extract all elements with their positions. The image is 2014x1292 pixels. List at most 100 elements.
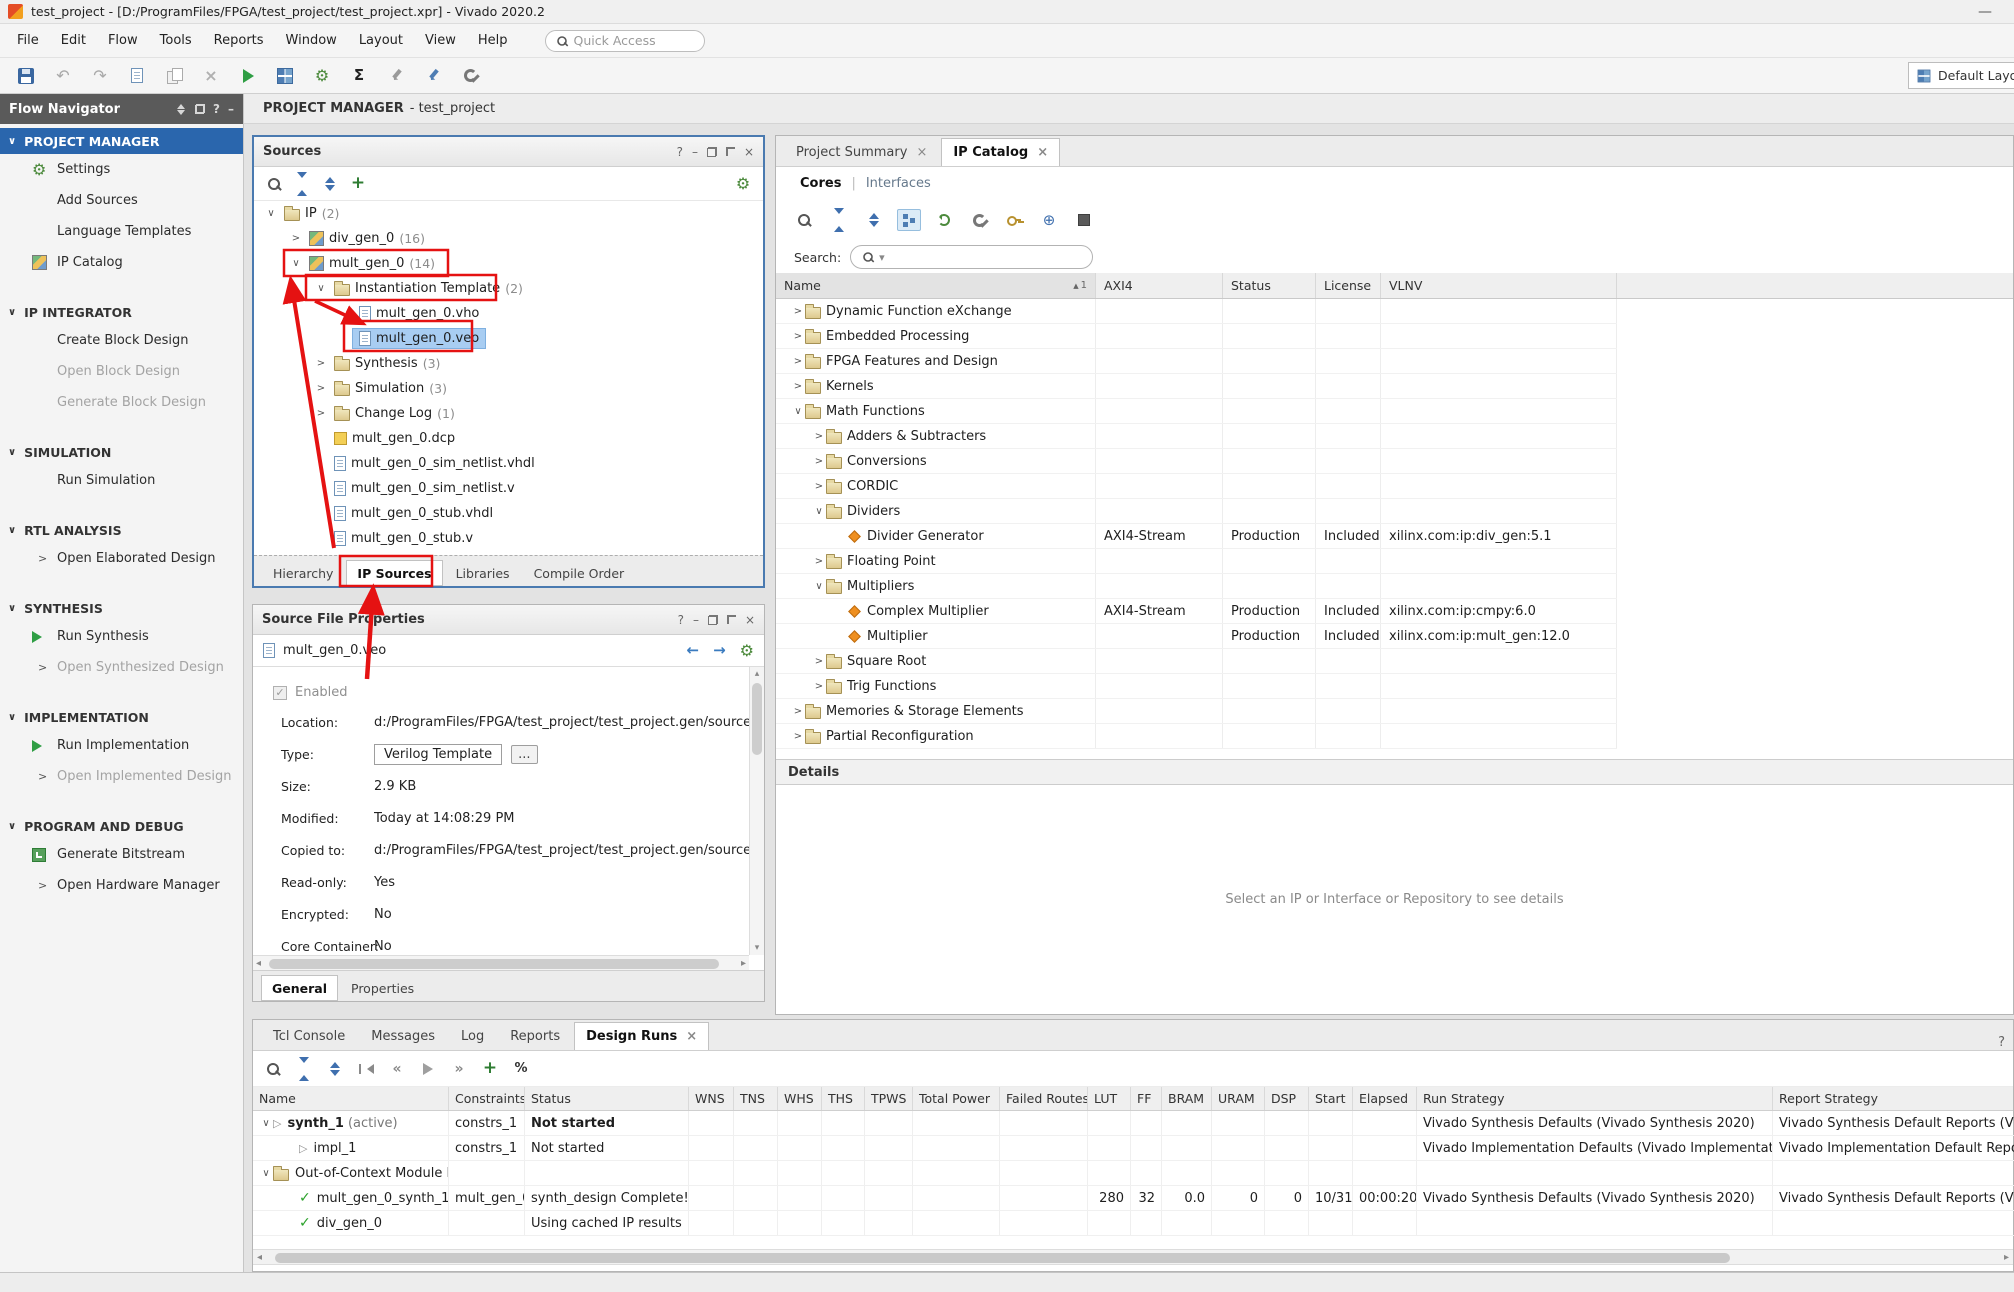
chevron-right-icon[interactable]: > <box>812 481 826 492</box>
expand-all-button[interactable] <box>318 173 342 195</box>
save-button[interactable] <box>14 65 38 87</box>
back-icon[interactable]: ← <box>687 643 700 658</box>
chevron-down-icon[interactable]: ∨ <box>791 406 805 417</box>
column-header-uram[interactable]: URAM <box>1212 1087 1265 1110</box>
details-button[interactable] <box>1072 209 1096 231</box>
chevron-down-icon[interactable]: ∨ <box>259 1168 273 1179</box>
add-button[interactable]: + <box>346 173 370 195</box>
run-row-mult-gen-0-synth-1[interactable]: ✓mult_gen_0_synth_1mult_gen_0synth_desig… <box>253 1186 2014 1211</box>
step-back-button[interactable]: « <box>385 1058 409 1080</box>
tab-reports[interactable]: Reports <box>498 1022 572 1050</box>
tree-item-mult-gen-0[interactable]: ∨mult_gen_0(14) <box>254 251 763 276</box>
scroll-up-icon[interactable]: ▴ <box>750 669 764 679</box>
license-button[interactable] <box>1002 209 1026 231</box>
expand-collapse-icon[interactable] <box>175 103 187 115</box>
chevron-right-icon[interactable]: > <box>289 233 303 244</box>
catalog-row-dynamic-function-exchange[interactable]: >Dynamic Function eXchange <box>776 299 1617 324</box>
flow-item-settings[interactable]: ⚙Settings <box>0 154 243 185</box>
flow-section-rtl-analysis[interactable]: ∨RTL ANALYSIS <box>0 517 243 543</box>
percent-button[interactable]: % <box>509 1058 533 1080</box>
copy-button[interactable] <box>162 65 186 87</box>
settings-button[interactable]: ⚙ <box>310 65 334 87</box>
search-button[interactable] <box>262 173 286 195</box>
float-panel-icon[interactable] <box>195 104 205 114</box>
tab-interfaces[interactable]: Interfaces <box>866 176 931 191</box>
column-header-axi4[interactable]: AXI4 <box>1096 273 1223 298</box>
collapse-all-button[interactable] <box>290 173 314 195</box>
catalog-row-memories-storage-elements[interactable]: >Memories & Storage Elements <box>776 699 1617 724</box>
chevron-right-icon[interactable]: > <box>791 706 805 717</box>
enabled-checkbox[interactable]: ✓ <box>273 686 287 700</box>
flow-section-project-manager[interactable]: ∨PROJECT MANAGER <box>0 128 243 154</box>
tree-item-mult-gen-0-veo[interactable]: mult_gen_0.veo <box>254 326 763 351</box>
collapse-all-button[interactable] <box>827 209 851 231</box>
chevron-right-icon[interactable]: > <box>812 656 826 667</box>
tree-item-mult-gen-0-stub-v[interactable]: mult_gen_0_stub.v <box>254 526 763 551</box>
collapse-all-button[interactable] <box>292 1058 316 1080</box>
flow-item-open-block-design[interactable]: Open Block Design <box>0 356 243 387</box>
tree-item-instantiation-template[interactable]: ∨Instantiation Template(2) <box>254 276 763 301</box>
flow-item-language-templates[interactable]: Language Templates <box>0 216 243 247</box>
flow-item-run-synthesis[interactable]: Run Synthesis <box>0 621 243 652</box>
horizontal-scrollbar[interactable]: ◂ ▸ <box>253 1249 2013 1265</box>
menu-flow[interactable]: Flow <box>97 29 149 53</box>
menu-tools[interactable]: Tools <box>149 29 203 53</box>
layout-selector-button[interactable]: Default Layout <box>1908 62 2014 89</box>
chevron-right-icon[interactable]: > <box>791 331 805 342</box>
marker-button[interactable] <box>384 65 408 87</box>
chevron-right-icon[interactable]: > <box>812 456 826 467</box>
chevron-down-icon[interactable]: ∨ <box>812 506 826 517</box>
flow-section-simulation[interactable]: ∨SIMULATION <box>0 439 243 465</box>
run-button[interactable] <box>236 65 260 87</box>
scroll-right-icon[interactable]: ▸ <box>2004 1252 2009 1263</box>
menu-reports[interactable]: Reports <box>203 29 275 53</box>
search-button[interactable] <box>792 209 816 231</box>
tab-tcl-console[interactable]: Tcl Console <box>261 1022 357 1050</box>
scroll-left-icon[interactable]: ◂ <box>257 1252 262 1263</box>
dashboard-button[interactable] <box>273 65 297 87</box>
tab-ip-catalog[interactable]: IP Catalog× <box>941 138 1060 166</box>
catalog-row-dividers[interactable]: ∨Dividers <box>776 499 1617 524</box>
minimize-window-button[interactable]: — <box>1964 4 2006 20</box>
float-panel-icon[interactable] <box>708 615 718 625</box>
catalog-row-multiplier[interactable]: MultiplierProductionIncludedxilinx.com:i… <box>776 624 1617 649</box>
column-header-dsp[interactable]: DSP <box>1265 1087 1309 1110</box>
catalog-row-fpga-features-and-design[interactable]: >FPGA Features and Design <box>776 349 1617 374</box>
tab-general[interactable]: General <box>261 975 338 1001</box>
run-row-synth-1[interactable]: ∨▷synth_1(active)constrs_1Not startedViv… <box>253 1111 2014 1136</box>
menu-window[interactable]: Window <box>275 29 348 53</box>
chevron-down-icon[interactable]: ∨ <box>259 1118 273 1129</box>
chevron-down-icon[interactable]: ∨ <box>264 208 278 219</box>
column-header-run-strategy[interactable]: Run Strategy <box>1417 1087 1773 1110</box>
step-forward-button[interactable]: » <box>447 1058 471 1080</box>
column-header-ths[interactable]: THS <box>822 1087 865 1110</box>
chevron-right-icon[interactable]: > <box>812 681 826 692</box>
quick-access-search[interactable]: Quick Access <box>545 30 705 52</box>
gear-icon[interactable]: ⚙ <box>740 643 754 659</box>
tab-hierarchy[interactable]: Hierarchy <box>262 560 344 586</box>
column-header-vlnv[interactable]: VLNV <box>1381 273 1617 298</box>
chevron-right-icon[interactable]: > <box>791 306 805 317</box>
sources-settings-button[interactable]: ⚙ <box>731 173 755 195</box>
flow-item-open-hardware-manager[interactable]: >Open Hardware Manager <box>0 870 243 901</box>
column-header-status[interactable]: Status <box>525 1087 689 1110</box>
maximize-panel-icon[interactable] <box>727 615 736 624</box>
tree-item-div-gen-0[interactable]: >div_gen_0(16) <box>254 226 763 251</box>
tree-item-mult-gen-0-sim-netlist-vhdl[interactable]: mult_gen_0_sim_netlist.vhdl <box>254 451 763 476</box>
float-panel-icon[interactable] <box>707 147 717 157</box>
catalog-row-floating-point[interactable]: >Floating Point <box>776 549 1617 574</box>
chevron-right-icon[interactable]: > <box>812 556 826 567</box>
column-header-elapsed[interactable]: Elapsed <box>1353 1087 1417 1110</box>
add-repository-button[interactable]: ⊕ <box>1037 209 1061 231</box>
flow-item-run-implementation[interactable]: Run Implementation <box>0 730 243 761</box>
column-header-constraints[interactable]: Constraints <box>449 1087 525 1110</box>
flow-item-open-elaborated-design[interactable]: >Open Elaborated Design <box>0 543 243 574</box>
column-header-name[interactable]: Name <box>253 1087 449 1110</box>
run-row-div-gen-0[interactable]: ✓div_gen_0Using cached IP results <box>253 1211 2014 1236</box>
tree-item-mult-gen-0-stub-vhdl[interactable]: mult_gen_0_stub.vhdl <box>254 501 763 526</box>
chevron-right-icon[interactable]: > <box>314 383 328 394</box>
scroll-right-icon[interactable]: ▸ <box>741 958 746 969</box>
scrollbar-thumb[interactable] <box>752 683 762 755</box>
column-header-report-strategy[interactable]: Report Strategy <box>1773 1087 2014 1110</box>
scrollbar-thumb[interactable] <box>269 959 719 969</box>
